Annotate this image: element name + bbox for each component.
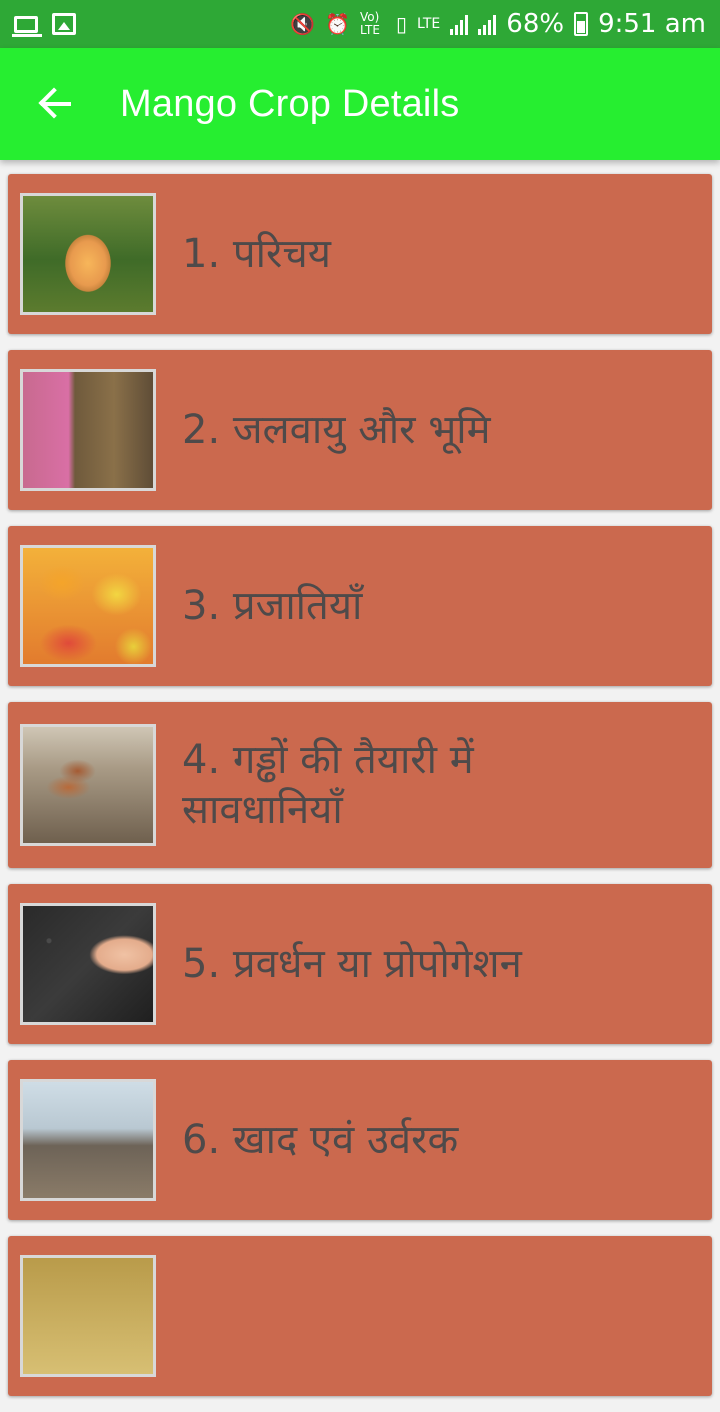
clock: 9:51 am (598, 9, 706, 39)
arrow-left-icon (39, 87, 73, 121)
signal-icon-1 (450, 13, 469, 35)
list-item-label: 5. प्रवर्धन या प्रोपोगेशन (182, 941, 522, 987)
list-item[interactable]: 2. जलवायु और भूमि (8, 350, 712, 510)
app-toolbar: Mango Crop Details (0, 48, 720, 160)
battery-icon (574, 12, 589, 36)
alarm-icon: ⏰ (325, 12, 350, 36)
list-item[interactable]: 5. प्रवर्धन या प्रोपोगेशन (8, 884, 712, 1044)
list-item-label: 1. परिचय (182, 231, 331, 277)
list-item-label: 4. गड्ढों की तैयारी में सावधानियाँ (182, 737, 474, 833)
list-item[interactable]: 3. प्रजातियाँ (8, 526, 712, 686)
mute-icon: 🔇 (290, 12, 316, 36)
status-bar: 🔇 ⏰ Vo) LTE ▯ LTE 68% 9:51 am (0, 0, 720, 48)
planting-thumbnail (20, 369, 156, 491)
mango-varieties-thumbnail (20, 545, 156, 667)
topic-list: 1. परिचय 2. जलवायु और भूमि 3. प्रजातियाँ… (8, 174, 712, 1412)
back-button[interactable] (0, 48, 112, 160)
lte-icon: LTE (417, 16, 441, 32)
list-item[interactable]: 6. खाद एवं उर्वरक (8, 1060, 712, 1220)
image-notification-icon (52, 13, 76, 35)
fertilizer-field-thumbnail (20, 1079, 156, 1201)
sim-icon: ▯ (395, 12, 407, 36)
laptop-icon (12, 15, 42, 37)
list-item[interactable] (8, 1236, 712, 1396)
volte-icon: Vo) LTE (359, 9, 380, 37)
list-item-thumbnail (20, 1255, 156, 1377)
list-item[interactable]: 4. गड्ढों की तैयारी में सावधानियाँ (8, 702, 712, 868)
battery-percent: 68% (506, 9, 565, 39)
ploughing-thumbnail (20, 724, 156, 846)
list-item[interactable]: 1. परिचय (8, 174, 712, 334)
list-item-label: 2. जलवायु और भूमि (182, 407, 491, 453)
signal-icon-2 (478, 13, 497, 35)
seeds-in-hand-thumbnail (20, 903, 156, 1025)
list-item-label: 6. खाद एवं उर्वरक (182, 1117, 459, 1163)
page-title: Mango Crop Details (120, 82, 460, 125)
mango-fruit-thumbnail (20, 193, 156, 315)
list-item-label: 3. प्रजातियाँ (182, 583, 363, 629)
